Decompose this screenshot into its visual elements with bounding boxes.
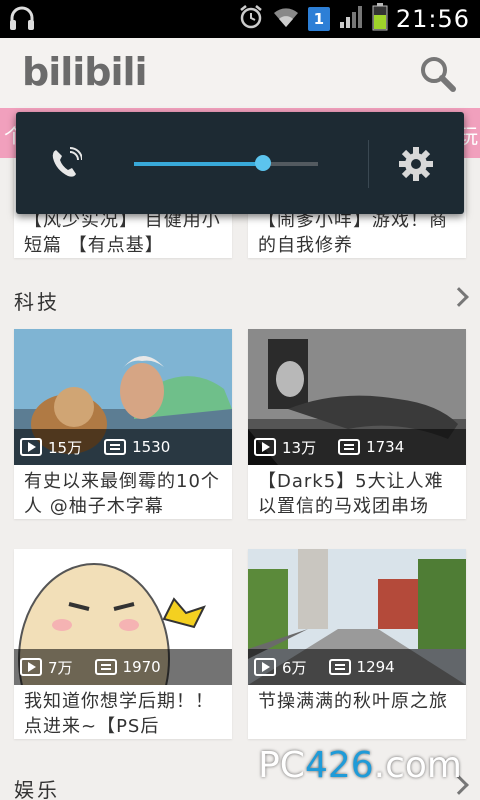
video-title: 节操满满的秋叶原之旅 (258, 691, 448, 712)
status-bar: 1 21:56 (0, 0, 480, 38)
app-header: bilibili (0, 38, 480, 108)
divider (368, 140, 369, 188)
gear-icon[interactable] (398, 146, 434, 186)
video-stats: 7万 1970 (14, 649, 232, 685)
danmaku-count: 1970 (122, 658, 161, 676)
section-title-entertainment: 娱乐 (14, 778, 60, 800)
video-feed[interactable]: 【风少实况】 目健用小短篇 【有点基】 【闹爹小咩】游戏！商的自我修养 科技 1… (0, 158, 480, 800)
danmaku-icon (94, 659, 117, 675)
signal-icon (338, 4, 364, 34)
video-thumbnail[interactable]: 6万 1294 (248, 549, 466, 685)
video-card[interactable]: 7万 1970 我知道你想学后期！！点进来~【PS后 (14, 549, 232, 739)
chevron-right-icon[interactable] (449, 287, 469, 307)
app-logo[interactable]: bilibili (22, 50, 148, 94)
play-count-icon (254, 438, 276, 456)
video-thumbnail[interactable]: 15万 1530 (14, 329, 232, 465)
play-count-icon (20, 658, 42, 676)
danmaku-count: 1530 (132, 438, 171, 456)
video-thumbnail[interactable]: 13万 1734 (248, 329, 466, 465)
section-title-tech: 科技 (14, 290, 60, 314)
play-count-icon (254, 658, 276, 676)
watermark: PC426.com (258, 745, 462, 786)
danmaku-icon (338, 439, 361, 455)
danmaku-count: 1734 (366, 438, 405, 456)
video-title: 有史以来最倒霉的10个人 @柚子木字幕 (24, 471, 220, 517)
volume-slider-fill (134, 162, 263, 166)
video-title: 【Dark5】5大让人难以置信的马戏团串场 (258, 471, 444, 517)
clock: 21:56 (395, 5, 470, 33)
play-count-icon (20, 438, 42, 456)
danmaku-icon (328, 659, 351, 675)
battery-icon (372, 3, 388, 35)
play-count: 6万 (282, 658, 307, 677)
phone-volume-icon (50, 146, 83, 184)
notification-badge: 1 (307, 7, 330, 31)
play-count: 7万 (48, 658, 73, 677)
danmaku-icon (104, 439, 127, 455)
headset-icon (8, 6, 36, 36)
alarm-icon (238, 4, 264, 34)
video-stats: 13万 1734 (248, 429, 466, 465)
play-count: 13万 (282, 438, 317, 457)
volume-slider-thumb[interactable] (254, 155, 271, 171)
volume-slider[interactable] (134, 155, 318, 171)
video-stats: 6万 1294 (248, 649, 466, 685)
play-count: 15万 (48, 438, 83, 457)
volume-popup[interactable] (16, 112, 464, 214)
video-card[interactable]: 15万 1530 有史以来最倒霉的10个人 @柚子木字幕 (14, 329, 232, 519)
wifi-icon (272, 5, 300, 33)
video-card[interactable]: 13万 1734 【Dark5】5大让人难以置信的马戏团串场 (248, 329, 466, 519)
video-title: 我知道你想学后期！！点进来~【PS后 (24, 691, 214, 737)
video-card[interactable]: 6万 1294 节操满满的秋叶原之旅 (248, 549, 466, 739)
video-thumbnail[interactable]: 7万 1970 (14, 549, 232, 685)
video-stats: 15万 1530 (14, 429, 232, 465)
search-icon[interactable] (418, 54, 458, 94)
danmaku-count: 1294 (356, 658, 395, 676)
